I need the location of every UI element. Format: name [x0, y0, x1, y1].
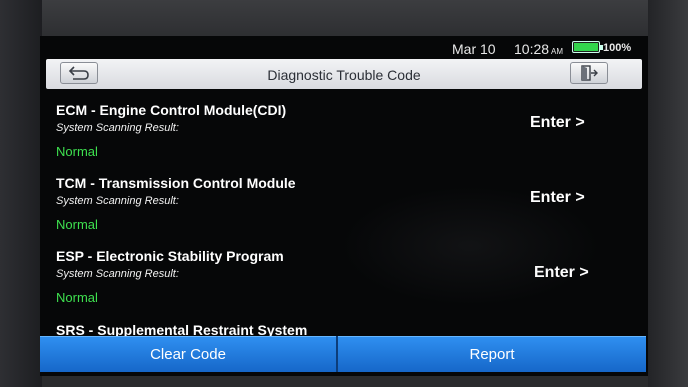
exit-door-icon	[581, 65, 598, 81]
system-item-tcm[interactable]: TCM - Transmission Control Module System…	[40, 165, 648, 235]
status-time: 10:28 AM	[514, 41, 563, 57]
system-name: ESP - Electronic Stability Program	[56, 248, 284, 264]
system-name: TCM - Transmission Control Module	[56, 175, 296, 191]
status-time-ampm: AM	[551, 47, 564, 56]
battery-percent: 100%	[603, 42, 632, 54]
device-screen: Mar 10 10:28 AM 100% Diagnostic Trouble C…	[40, 36, 648, 376]
scan-result-status: Normal	[56, 217, 98, 232]
scan-result-label: System Scanning Result:	[56, 268, 179, 280]
scan-result-label: System Scanning Result:	[56, 195, 179, 207]
enter-button[interactable]: Enter >	[530, 189, 585, 207]
system-name: SRS - Supplemental Restraint System	[56, 322, 308, 336]
scan-result-status: Normal	[56, 290, 98, 305]
bottom-action-bar: Clear Code Report	[40, 336, 648, 372]
enter-button[interactable]: Enter >	[530, 114, 585, 132]
device-bezel-top	[0, 0, 688, 40]
system-list[interactable]: ECM - Engine Control Module(CDI) System …	[40, 92, 648, 336]
report-button[interactable]: Report	[338, 336, 646, 372]
battery-fill	[574, 43, 598, 51]
system-item-ecm[interactable]: ECM - Engine Control Module(CDI) System …	[40, 92, 648, 162]
exit-button[interactable]	[570, 62, 608, 84]
status-time-value: 10:28	[514, 41, 550, 57]
title-bar: Diagnostic Trouble Code	[46, 59, 642, 89]
enter-button[interactable]: Enter >	[534, 264, 589, 282]
status-bar: Mar 10 10:28 AM 100%	[40, 36, 648, 58]
system-name: ECM - Engine Control Module(CDI)	[56, 102, 287, 118]
system-item-srs[interactable]: SRS - Supplemental Restraint System	[40, 312, 648, 336]
system-item-esp[interactable]: ESP - Electronic Stability Program Syste…	[40, 238, 648, 308]
device-bezel-left	[0, 0, 42, 387]
page-title: Diagnostic Trouble Code	[267, 67, 421, 83]
clear-code-button[interactable]: Clear Code	[40, 336, 336, 372]
device-bezel-right	[648, 0, 688, 387]
battery-icon	[572, 41, 603, 53]
status-date: Mar 10	[452, 41, 496, 57]
scan-result-label: System Scanning Result:	[56, 122, 179, 134]
scan-result-status: Normal	[56, 144, 98, 159]
